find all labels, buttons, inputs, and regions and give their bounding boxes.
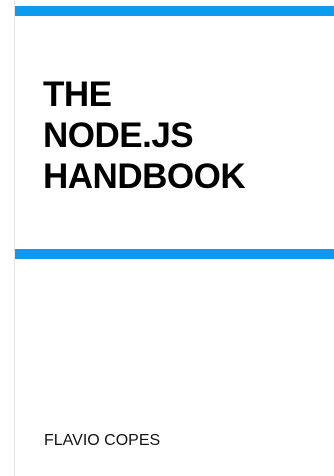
title-line-2: NODE.JS: [43, 116, 194, 155]
bottom-accent-band: [15, 249, 334, 259]
book-title: THE NODE.JS HANDBOOK: [43, 74, 246, 197]
top-accent-band: [15, 6, 334, 16]
title-line-1: THE: [43, 75, 112, 114]
title-line-3: HANDBOOK: [43, 157, 246, 196]
author-name: FLAVIO COPES: [44, 432, 161, 449]
cover-left-edge: [14, 0, 15, 476]
book-cover: THE NODE.JS HANDBOOK FLAVIO COPES: [0, 0, 334, 476]
